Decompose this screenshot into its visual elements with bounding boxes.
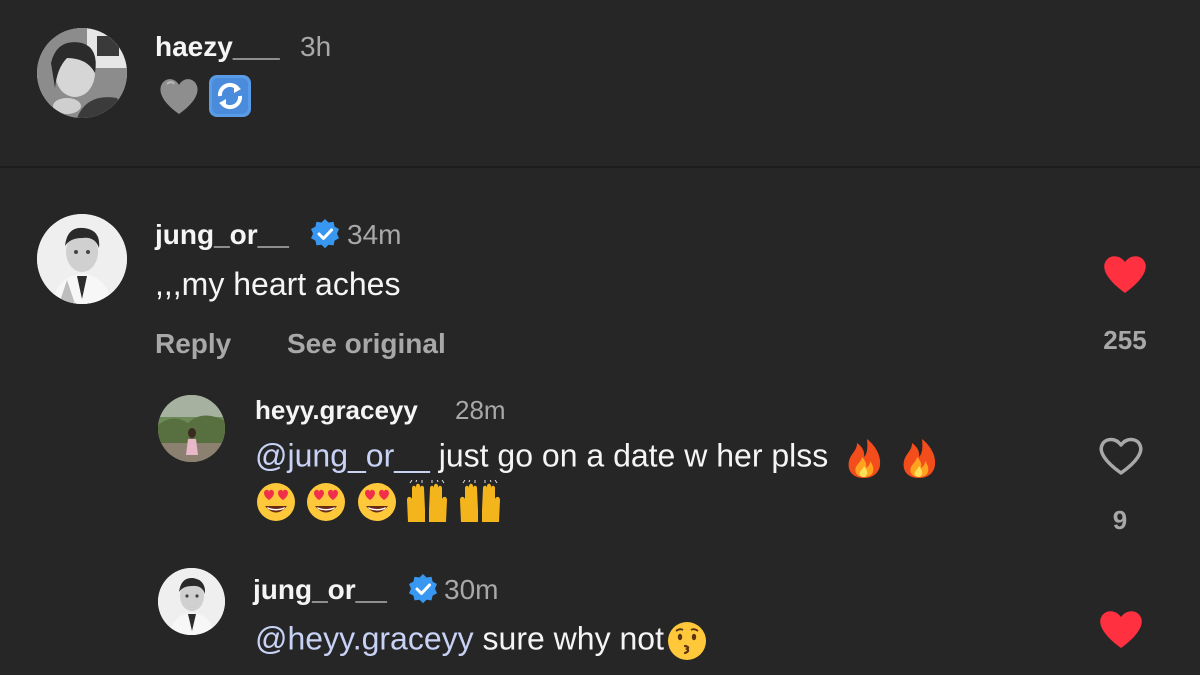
reply-text: @heyy.graceyy sure why not xyxy=(255,620,708,664)
timestamp: 3h xyxy=(300,31,332,62)
verified-badge-icon xyxy=(309,218,341,255)
reply-text: @jung_or__ just go on a date w her plss xyxy=(255,437,938,481)
like-count: 9 xyxy=(1112,505,1128,535)
comment-text: ,,,my heart aches xyxy=(155,266,401,302)
heart-eyes-emoji xyxy=(356,481,398,523)
username[interactable]: heyy.graceyy xyxy=(255,395,418,426)
heart-eyes-emoji xyxy=(255,481,297,523)
reply-body: sure why not xyxy=(473,620,664,657)
reply-emoji-line xyxy=(255,480,503,524)
avatar[interactable] xyxy=(158,395,225,462)
mention-link[interactable]: @jung_or__ xyxy=(255,437,430,473)
timestamp: 28m xyxy=(455,395,506,425)
raised-hands-emoji xyxy=(404,480,450,524)
heart-filled-icon xyxy=(1104,256,1146,293)
fire-emoji xyxy=(900,437,938,479)
grey-heart-emoji xyxy=(158,76,200,116)
avatar[interactable] xyxy=(37,28,127,118)
like-button[interactable] xyxy=(1102,253,1148,295)
avatar[interactable] xyxy=(37,214,127,304)
fire-emoji xyxy=(845,437,883,479)
raised-hands-emoji xyxy=(457,480,503,524)
avatar[interactable] xyxy=(158,568,225,635)
username[interactable]: jung_or__ xyxy=(155,219,289,251)
heart-filled-icon xyxy=(1100,611,1142,648)
username[interactable]: jung_or__ xyxy=(253,574,387,606)
heart-outline-icon xyxy=(1099,437,1143,475)
comment-text xyxy=(158,74,252,118)
timestamp: 34m xyxy=(347,219,402,250)
kissing-face-emoji xyxy=(666,620,708,662)
divider xyxy=(0,166,1200,168)
mention-link[interactable]: @heyy.graceyy xyxy=(255,620,474,656)
like-count: 255 xyxy=(1103,325,1147,355)
see-original-button[interactable]: See original xyxy=(287,328,446,360)
heart-eyes-emoji xyxy=(305,481,347,523)
arrows-cycle-emoji xyxy=(208,74,252,118)
reply-button[interactable]: Reply xyxy=(155,328,231,360)
like-button[interactable] xyxy=(1098,608,1144,650)
like-button[interactable] xyxy=(1098,435,1144,477)
verified-badge-icon xyxy=(407,573,439,610)
username[interactable]: haezy___ xyxy=(155,31,280,63)
timestamp: 30m xyxy=(444,574,499,605)
reply-body: just go on a date w her plss xyxy=(429,437,829,474)
